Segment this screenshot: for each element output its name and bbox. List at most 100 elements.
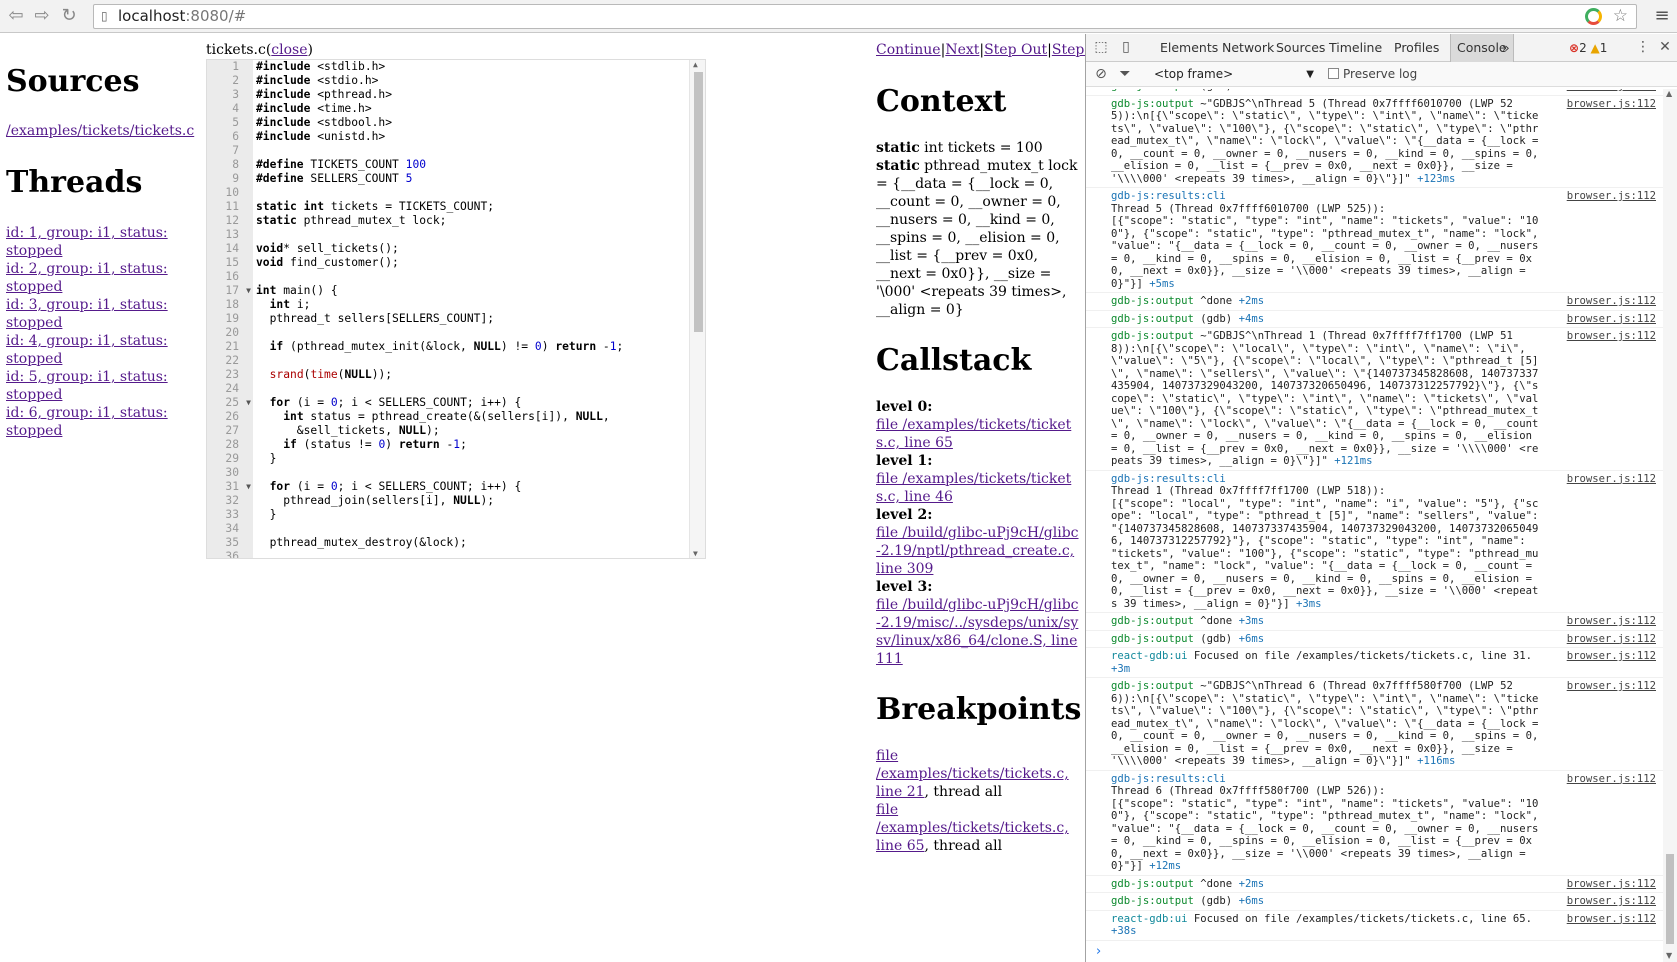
code-line: static int tickets = TICKETS_COUNT; <box>253 200 689 214</box>
line-number: 24 <box>225 382 239 395</box>
app-page: Sources /examples/tickets/tickets.c Thre… <box>0 34 1085 962</box>
code-area[interactable]: #include <stdlib.h> #include <stdio.h> #in… <box>253 60 689 558</box>
fold-arrow-icon[interactable]: ▼ <box>246 396 251 410</box>
message-tag: gdb-js:results:cli <box>1111 190 1226 202</box>
line-number: 34 <box>225 522 239 535</box>
source-file-link[interactable]: /examples/tickets/tickets.c <box>6 123 206 139</box>
step-out-link[interactable]: Step Out <box>984 42 1047 58</box>
code-line: pthread_join(sellers[i], NULL); <box>253 494 689 508</box>
address-bar[interactable]: ▯ localhost:8080/# ☆ <box>93 4 1637 29</box>
console-prompt[interactable]: › <box>1086 942 1664 962</box>
fold-arrow-icon[interactable]: ▼ <box>246 480 251 494</box>
devtools-menu-icon[interactable]: ⋮ <box>1634 38 1652 56</box>
code-editor[interactable]: 1 2 3 4 5 6 7 8 9 10 11 12 13 14 15 16 17 ▼ 18 19 20 21 22 23 24… <box>206 59 706 559</box>
message-text: Focused on file /examples/tickets/ticket… <box>1187 650 1539 662</box>
message-source-link[interactable]: browser.js:112 <box>1567 650 1656 663</box>
message-source-link[interactable]: browser.js:112 <box>1567 913 1656 926</box>
thread-link[interactable]: id: 1, group: i1, status: stopped <box>6 224 206 260</box>
callstack-frame-link[interactable]: file /build/glibc-uPj9cH/glibc-2.19/nptl… <box>876 524 1081 578</box>
chevron-down-icon: ▼ <box>1306 69 1314 80</box>
callstack-frame-link[interactable]: file /examples/tickets/tickets.c, line 4… <box>876 470 1081 506</box>
reload-icon[interactable]: ↻ <box>57 4 81 28</box>
message-source-link[interactable]: browser.js:112 <box>1567 330 1656 343</box>
code-line <box>253 382 689 396</box>
line-number: 33 <box>225 508 239 521</box>
line-number: 29 <box>225 452 239 465</box>
preserve-log-checkbox[interactable]: Preserve log <box>1328 62 1417 87</box>
checkbox-icon[interactable] <box>1328 68 1339 79</box>
next-link[interactable]: Next <box>945 42 979 58</box>
thread-link[interactable]: id: 5, group: i1, status: stopped <box>6 368 206 404</box>
message-source-link[interactable]: browser.js:112 <box>1567 895 1656 908</box>
device-mode-icon[interactable]: ▯ <box>1117 38 1135 56</box>
tab-profiles[interactable]: Profiles <box>1388 34 1445 62</box>
message-tag: gdb-js:output <box>1111 295 1194 307</box>
message-delta: +3ms <box>1295 597 1322 610</box>
tab-elements[interactable]: Elements <box>1154 34 1224 62</box>
thread-link[interactable]: id: 3, group: i1, status: stopped <box>6 296 206 332</box>
code-line: for (i = 0; i < SELLERS_COUNT; i++) { <box>253 480 689 494</box>
callstack-level-label: level 2: <box>876 507 933 523</box>
continue-link[interactable]: Continue <box>876 42 941 58</box>
message-source-link[interactable]: browser.js:112 <box>1567 190 1656 203</box>
console-scrollbar[interactable]: ▲ ▼ <box>1663 89 1677 962</box>
message-source-link[interactable]: browser.js:112 <box>1567 773 1656 786</box>
console-message: gdb-js:output ^done +3ms browser.js:112 <box>1086 613 1664 631</box>
devtools-close-icon[interactable]: ✕ <box>1656 38 1674 56</box>
message-source-link[interactable]: browser.js:112 <box>1567 633 1656 646</box>
callstack-frame-link[interactable]: file /build/glibc-uPj9cH/glibc-2.19/misc… <box>876 596 1081 668</box>
scroll-down-icon[interactable]: ▼ <box>693 549 698 558</box>
more-tabs-icon[interactable]: » <box>1496 34 1516 62</box>
console-message: gdb-js:results:cli Thread 5 (Thread 0x7f… <box>1086 188 1664 293</box>
code-line: #include <pthread.h> <box>253 88 689 102</box>
editor-scrollbar[interactable]: ▲ ▼ <box>689 60 705 558</box>
var-qualifier: static <box>876 140 920 156</box>
context-var: static int tickets = 100 <box>876 139 1081 157</box>
message-source-link[interactable]: browser.js:112 <box>1567 473 1656 486</box>
filter-icon[interactable]: ⏷ <box>1116 65 1134 83</box>
message-source-link[interactable]: browser.js:112 <box>1567 615 1656 628</box>
message-source-link[interactable]: browser.js:112 <box>1567 313 1656 326</box>
thread-link[interactable]: id: 2, group: i1, status: stopped <box>6 260 206 296</box>
extension-icon[interactable] <box>1585 8 1602 25</box>
code-text: srand(time(NULL)); <box>269 368 393 381</box>
bookmark-star-icon[interactable]: ☆ <box>1613 5 1628 28</box>
callstack-frame-link[interactable]: file /examples/tickets/tickets.c, line 6… <box>876 416 1081 452</box>
tab-timeline[interactable]: Timeline <box>1323 34 1388 62</box>
inspect-element-icon[interactable]: ⬚ <box>1092 38 1110 56</box>
message-delta: +4ms <box>1239 89 1265 92</box>
message-text: (gdb) <box>1193 312 1239 325</box>
forward-icon[interactable]: ⇨ <box>30 4 54 28</box>
thread-link[interactable]: id: 4, group: i1, status: stopped <box>6 332 206 368</box>
console-message: gdb-js:output ~"GDBJS^\nThread 1 (Thread… <box>1086 328 1664 471</box>
message-source-link[interactable]: browser.js:112 <box>1567 98 1656 111</box>
code-text: pthread_mutex_destroy(&lock); <box>256 536 467 549</box>
message-source-link[interactable]: browser.js:112 <box>1567 89 1656 93</box>
thread-link[interactable]: id: 6, group: i1, status: stopped <box>6 404 206 440</box>
clear-console-icon[interactable]: ⊘ <box>1092 65 1110 83</box>
scroll-up-icon[interactable]: ▲ <box>1666 89 1672 98</box>
step-in-link[interactable]: Step In <box>1052 42 1085 58</box>
warning-icon: ▲ <box>1590 41 1600 55</box>
error-warning-counter[interactable]: ⊗2 ▲1 <box>1569 34 1607 62</box>
close-file-link[interactable]: close <box>271 42 307 58</box>
console-scroll-thumb[interactable] <box>1666 854 1674 944</box>
message-source-link[interactable]: browser.js:112 <box>1567 295 1656 308</box>
fold-arrow-icon[interactable]: ▼ <box>246 284 251 298</box>
editor-scroll-thumb[interactable] <box>694 72 703 332</box>
message-source-link[interactable]: browser.js:112 <box>1567 878 1656 891</box>
browser-menu-icon[interactable]: ≡ <box>1653 4 1671 28</box>
scroll-down-icon[interactable]: ▼ <box>1666 951 1672 960</box>
code-line: &sell_tickets, NULL); <box>253 424 689 438</box>
line-number: 11 <box>225 200 239 213</box>
scroll-up-icon[interactable]: ▲ <box>693 60 698 69</box>
code-line: void find_customer(); <box>253 256 689 270</box>
message-source-link[interactable]: browser.js:112 <box>1567 680 1656 693</box>
message-tag: gdb-js:output <box>1111 895 1194 907</box>
callstack-level-label: level 0: <box>876 399 933 415</box>
line-number: 2 <box>232 74 239 87</box>
back-icon[interactable]: ⇦ <box>4 4 28 28</box>
frame-select[interactable]: <top frame> ▼ <box>1154 62 1314 87</box>
